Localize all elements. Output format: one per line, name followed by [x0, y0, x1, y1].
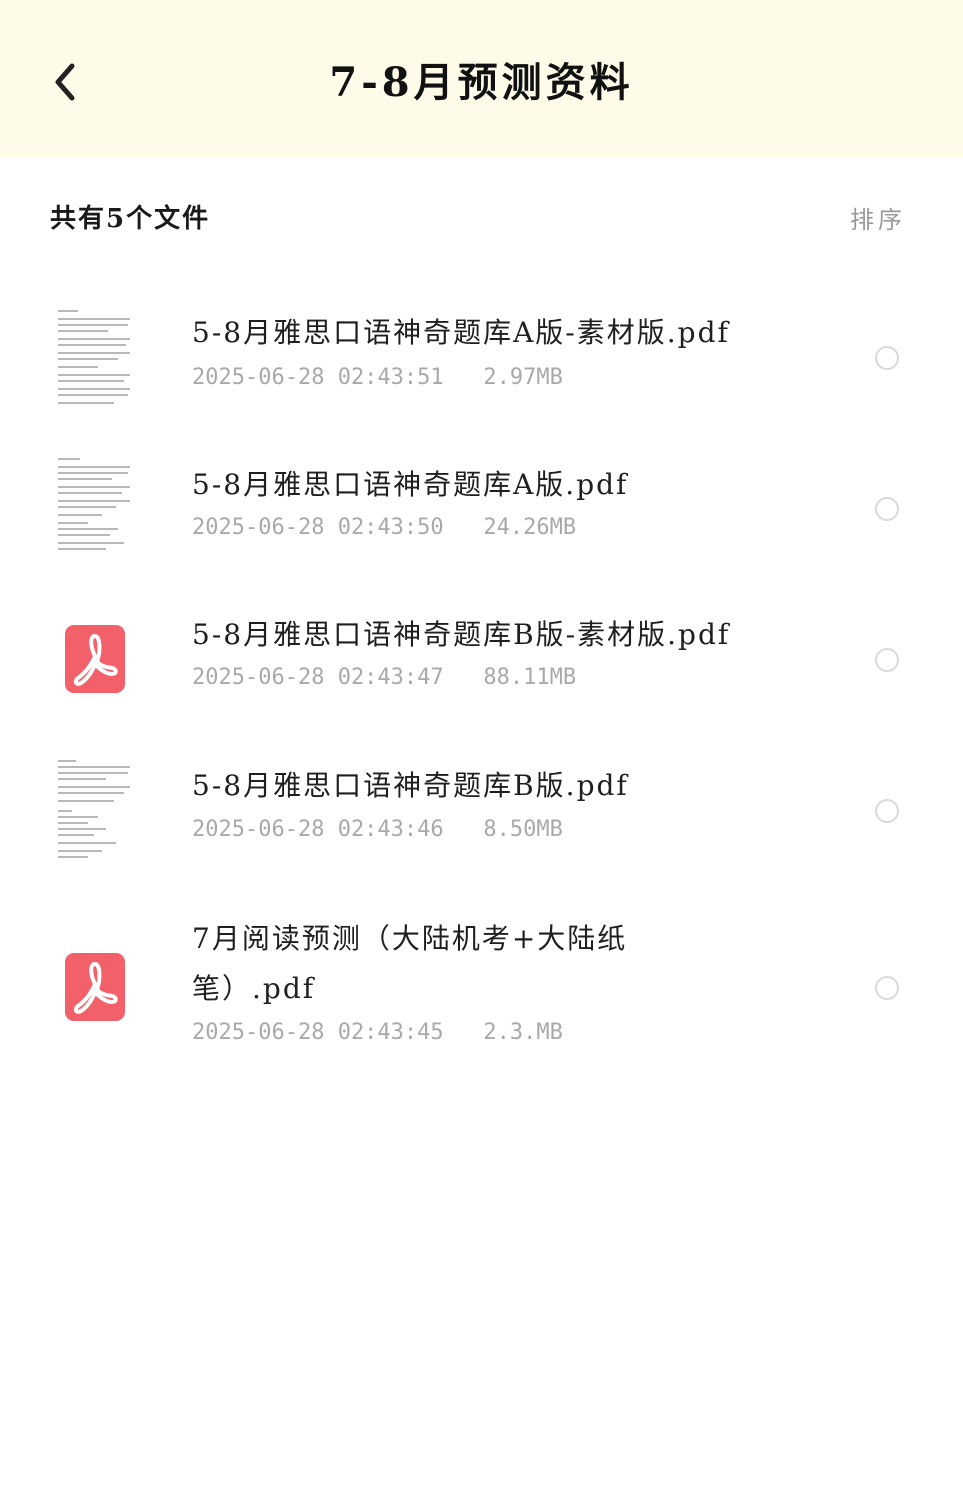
file-meta: 2025-06-28 02:43:47 88.11MB — [192, 665, 576, 690]
file-item[interactable]: 5-8月雅思口语神奇题库A版-素材版.pdf 2025-06-28 02:43:… — [0, 290, 963, 426]
file-name: 5-8月雅思口语神奇题库A版-素材版.pdf — [192, 316, 730, 349]
page-title: 7-8月预测资料 — [329, 59, 634, 106]
document-thumbnail — [56, 758, 134, 862]
pdf-icon — [65, 625, 125, 693]
file-date: 2025-06-28 02:43:51 — [192, 365, 444, 390]
file-meta: 2025-06-28 02:43:46 8.50MB — [192, 817, 563, 842]
summary-row: 共有5个文件 排序 — [0, 188, 963, 244]
file-size: 88.11MB — [483, 665, 577, 690]
file-name: 7月阅读预测（大陆机考+大陆纸笔）.pdf — [192, 922, 628, 1005]
select-radio[interactable] — [875, 648, 899, 672]
header-bar: 7-8月预测资料 — [0, 0, 963, 158]
file-date: 2025-06-28 02:43:46 — [192, 817, 444, 842]
file-name: 5-8月雅思口语神奇题库B版-素材版.pdf — [192, 618, 731, 651]
pdf-icon — [65, 953, 125, 1021]
file-meta: 2025-06-28 02:43:51 2.97MB — [192, 365, 563, 390]
select-radio[interactable] — [875, 497, 899, 521]
file-name: 5-8月雅思口语神奇题库B版.pdf — [192, 769, 629, 802]
file-name: 5-8月雅思口语神奇题库A版.pdf — [192, 468, 629, 501]
file-size: 8.50MB — [483, 817, 563, 842]
file-item[interactable]: 5-8月雅思口语神奇题库B版.pdf 2025-06-28 02:43:46 8… — [0, 742, 963, 878]
select-radio[interactable] — [875, 799, 899, 823]
file-item[interactable]: 5-8月雅思口语神奇题库B版-素材版.pdf 2025-06-28 02:43:… — [0, 590, 963, 726]
file-meta: 2025-06-28 02:43:50 24.26MB — [192, 515, 576, 540]
select-radio[interactable] — [875, 976, 899, 1000]
file-item[interactable]: 7月阅读预测（大陆机考+大陆纸笔）.pdf 2025-06-28 02:43:4… — [0, 894, 963, 1064]
file-size: 2.3.MB — [483, 1020, 563, 1045]
select-radio[interactable] — [875, 346, 899, 370]
file-date: 2025-06-28 02:43:45 — [192, 1020, 444, 1045]
file-item[interactable]: 5-8月雅思口语神奇题库A版.pdf 2025-06-28 02:43:50 2… — [0, 440, 963, 576]
file-date: 2025-06-28 02:43:50 — [192, 515, 444, 540]
sort-button[interactable]: 排序 — [850, 200, 906, 235]
file-size: 24.26MB — [483, 515, 577, 540]
file-size: 2.97MB — [483, 365, 563, 390]
document-thumbnail — [56, 456, 134, 560]
file-count-label: 共有5个文件 — [50, 204, 211, 234]
document-thumbnail — [56, 306, 134, 410]
file-meta: 2025-06-28 02:43:45 2.3.MB — [192, 1020, 563, 1045]
file-date: 2025-06-28 02:43:47 — [192, 665, 444, 690]
